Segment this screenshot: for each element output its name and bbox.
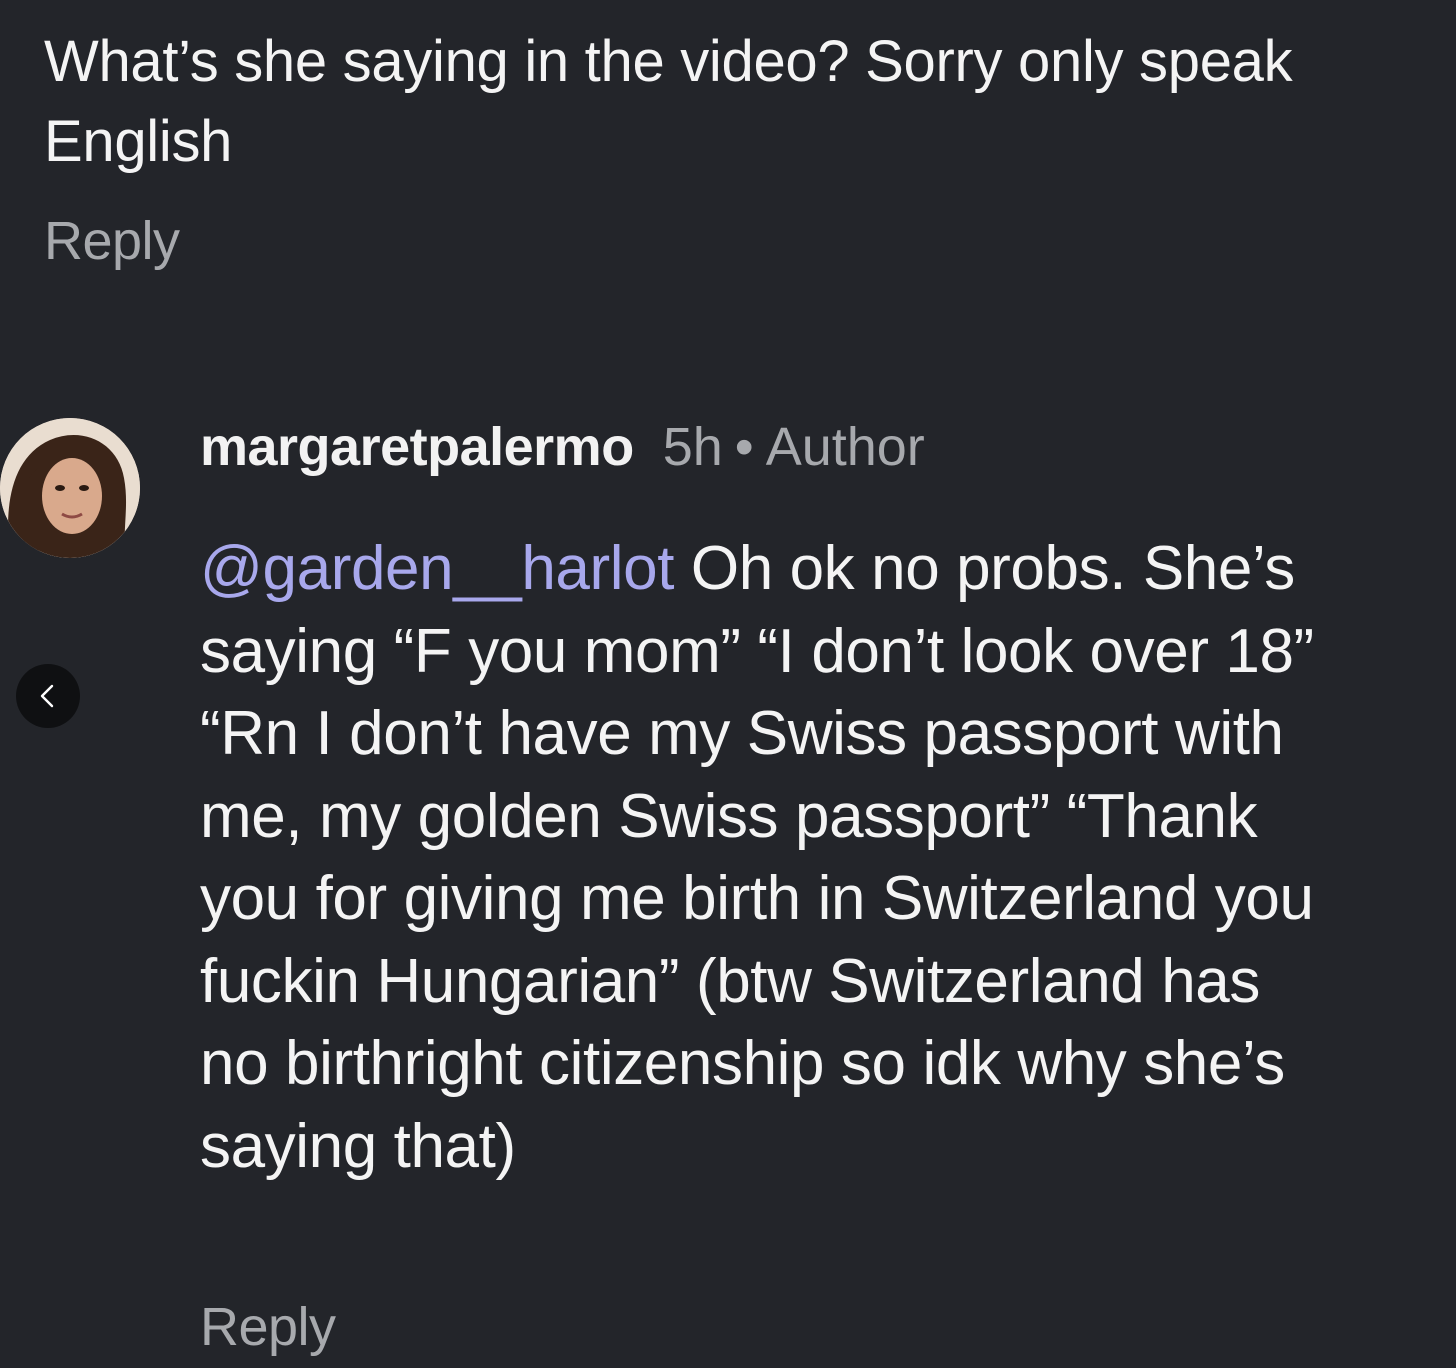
reply-comment-body: @garden__harlot Oh ok no probs. She’s sa…	[200, 528, 1320, 1188]
back-button[interactable]	[16, 664, 80, 728]
reply-comment-text: Oh ok no probs. She’s saying “F you mom”…	[200, 534, 1314, 1181]
parent-comment-text: What’s she saying in the video? Sorry on…	[44, 29, 1293, 174]
separator-dot: •	[734, 417, 754, 477]
parent-reply-button[interactable]: Reply	[44, 210, 180, 272]
timestamp: 5h	[662, 417, 723, 477]
author-badge: Author	[765, 417, 925, 477]
chevron-left-icon	[40, 684, 54, 708]
comments-thread: What’s she saying in the video? Sorry on…	[0, 0, 1456, 1368]
avatar[interactable]	[0, 418, 140, 558]
username[interactable]: margaretpalermo	[200, 417, 634, 477]
user-avatar-icon	[0, 418, 140, 558]
reply-button[interactable]: Reply	[200, 1296, 336, 1358]
comment-meta: margaretpalermo 5h • Author	[200, 414, 925, 480]
mention-link[interactable]: @garden__harlot	[200, 534, 674, 603]
